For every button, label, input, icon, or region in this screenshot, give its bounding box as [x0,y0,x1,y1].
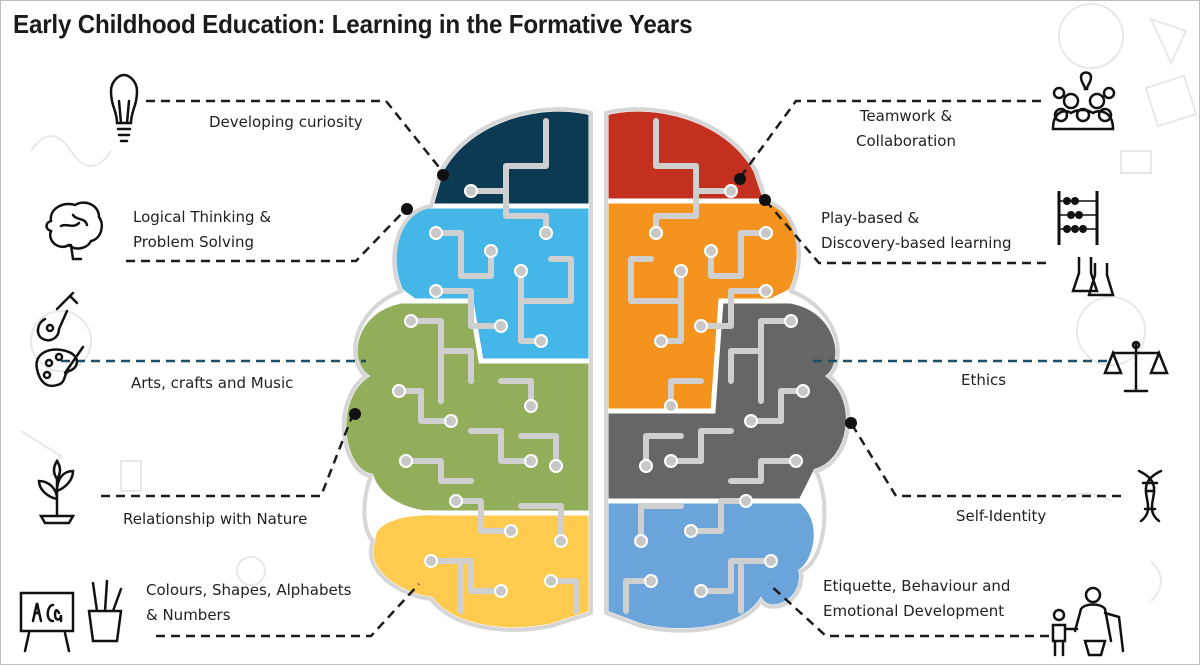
label-play-based: Play-based & Discovery-based learning [821,209,1012,252]
label-colours-shapes: Colours, Shapes, Alphabets & Numbers [146,581,352,624]
infographic-canvas: Early Childhood Education: Learning in t… [0,0,1200,665]
connector-identity [849,422,1121,498]
label-relationship-nature: Relationship with Nature [123,510,308,528]
brain-diagram [19,3,1198,657]
connector-nature [101,413,355,498]
label-ethics: Ethics [961,371,1007,389]
dna-icon [1137,469,1163,523]
label-etiquette: Etiquette, Behaviour and Emotional Devel… [823,577,1011,620]
label-logical-thinking: Logical Thinking & Problem Solving [133,208,272,251]
label-teamwork: Teamwork & Collaboration [856,107,956,150]
label-developing-curiosity: Developing curiosity [209,113,363,131]
adult-child-icon [1051,586,1125,657]
brain-icon [45,201,103,261]
abacus-flasks-icon [1057,191,1115,297]
lightbulb-icon [109,73,139,143]
scales-icon [1103,340,1169,393]
plant-sprout-icon [37,458,76,525]
label-arts-crafts-music: Arts, crafts and Music [131,374,294,392]
chalkboard-pencil-cup-icon [19,579,123,653]
brain-region-blue [603,498,819,634]
team-people-icon [1051,71,1116,131]
brain-region-navy [427,106,592,209]
brain-region-red [603,106,770,204]
label-self-identity: Self-Identity [956,507,1047,525]
